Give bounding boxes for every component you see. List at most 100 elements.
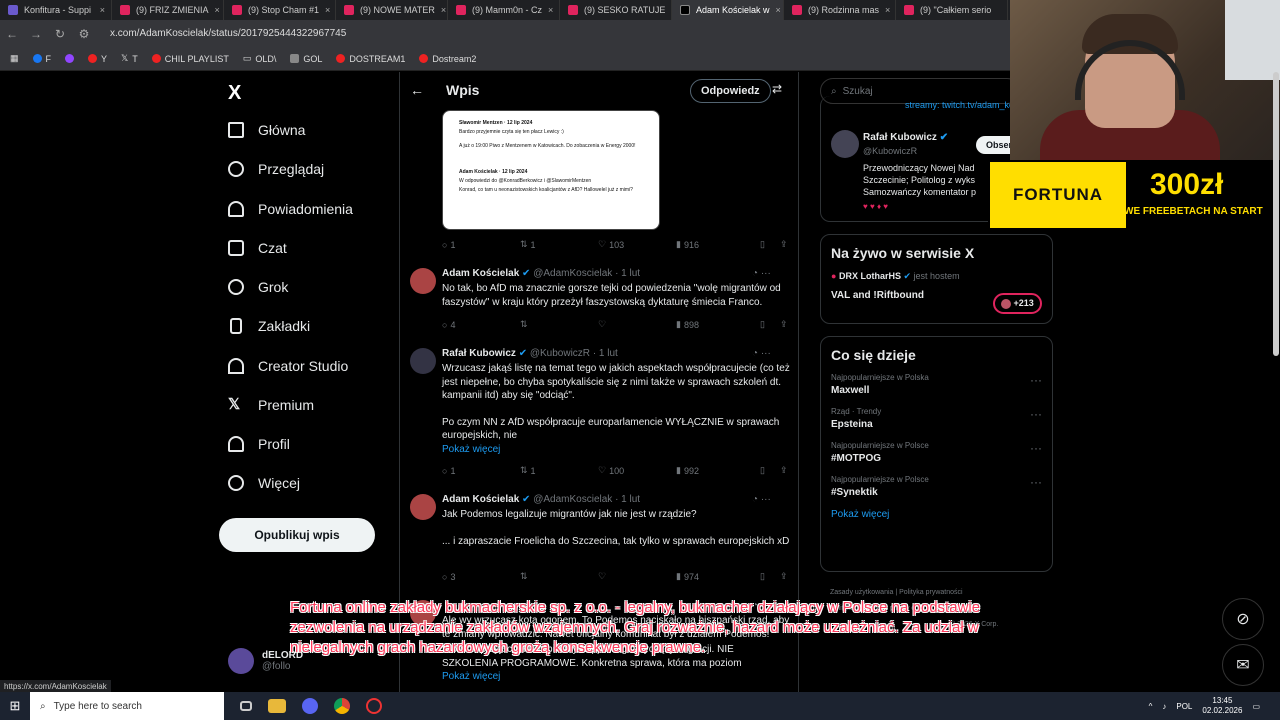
more-options-icon[interactable]: ··· xyxy=(1030,475,1042,489)
share-icon[interactable]: ⇪ xyxy=(780,239,788,250)
grok-fab-icon[interactable]: ⊘ xyxy=(1222,598,1264,640)
back-icon[interactable]: ← xyxy=(0,27,24,41)
post-button[interactable]: Opublikuj wpis xyxy=(219,518,375,552)
file-explorer-icon[interactable] xyxy=(268,699,286,713)
browser-tab[interactable]: (9) Mamm0n - Cz × xyxy=(448,0,560,20)
live-viewers-badge[interactable]: +213 xyxy=(993,293,1042,314)
bookmark[interactable] xyxy=(65,54,75,63)
browser-tab[interactable]: (9) Stop Cham #1 × xyxy=(224,0,336,20)
browser-tab[interactable]: (9) "Całkiem serio xyxy=(896,0,1008,20)
share-icon[interactable]: ⇪ xyxy=(780,465,788,476)
more-options-icon[interactable]: ◔ ··· xyxy=(752,268,771,279)
close-icon[interactable]: × xyxy=(885,5,890,15)
close-icon[interactable]: × xyxy=(776,5,781,15)
messages-fab-icon[interactable]: ✉ xyxy=(1222,644,1264,686)
repost-action[interactable]: ⇅ 1 xyxy=(520,465,598,476)
browser-tab[interactable]: (9) NOWE MATER × xyxy=(336,0,448,20)
nav-item-chat[interactable]: Czat xyxy=(228,240,287,256)
browser-tab[interactable]: (9) Rodzinna mas × xyxy=(784,0,896,20)
like-action[interactable]: ♡ xyxy=(598,571,676,582)
show-more-link[interactable]: Pokaż więcej xyxy=(442,443,792,457)
obs-icon[interactable] xyxy=(366,698,382,714)
bookmark-icon[interactable]: ▯ xyxy=(760,319,780,330)
windows-start-icon[interactable]: ⊞ xyxy=(0,698,30,714)
nav-item-bookmarks[interactable]: Zakładki xyxy=(228,318,310,334)
settings-sliders-icon[interactable]: ⇄ xyxy=(772,82,782,96)
repost-action[interactable]: ⇅ xyxy=(520,571,598,582)
close-icon[interactable]: × xyxy=(325,5,330,15)
nav-item-home[interactable]: Główna xyxy=(228,122,305,138)
views-action[interactable]: ▮ 992 xyxy=(676,465,760,476)
views-action[interactable]: ▮ 916 xyxy=(676,239,760,250)
chrome-icon[interactable] xyxy=(334,698,350,714)
x-logo-icon[interactable]: X xyxy=(228,82,241,105)
bookmark-icon[interactable]: ▯ xyxy=(760,571,780,582)
share-icon[interactable]: ⇪ xyxy=(780,571,788,582)
bookmark[interactable]: Dostream2 xyxy=(419,54,476,64)
bookmark-icon[interactable]: ▯ xyxy=(760,239,780,250)
site-info-icon[interactable]: ⚙ xyxy=(72,27,96,41)
reply-action[interactable]: ○ 3 xyxy=(442,572,520,582)
close-icon[interactable]: × xyxy=(215,5,220,15)
speaker-icon[interactable]: ♪ xyxy=(1162,702,1166,711)
browser-tab-active[interactable]: Adam Kościelak w × xyxy=(672,0,784,20)
nav-item-profile[interactable]: Profil xyxy=(228,436,290,452)
repost-action[interactable]: ⇅ 1 xyxy=(520,239,598,250)
nav-item-explore[interactable]: Przeglądaj xyxy=(228,161,324,177)
nav-item-premium[interactable]: 𝕏 Premium xyxy=(228,397,314,414)
show-more-link[interactable]: Pokaż więcej xyxy=(831,509,1042,520)
bookmark-folder[interactable]: ▭ OLD\ xyxy=(243,53,277,64)
scrollbar[interactable] xyxy=(1273,72,1279,356)
nav-item-creator-studio[interactable]: Creator Studio xyxy=(228,358,348,374)
nav-item-grok[interactable]: Grok xyxy=(228,279,288,295)
repost-action[interactable]: ⇅ xyxy=(520,319,598,330)
browser-tab[interactable]: Konfitura - Suppi × xyxy=(0,0,112,20)
back-arrow-icon[interactable]: ← xyxy=(410,82,424,98)
bookmark[interactable]: CHIL PLAYLIST xyxy=(151,54,229,64)
reply-button[interactable]: Odpowiedz xyxy=(690,79,771,103)
trend-item[interactable]: Najpopularniejsze w Polska Maxwell ··· xyxy=(831,373,1042,396)
bookmark[interactable]: 𝕏T xyxy=(121,53,138,64)
nav-item-more[interactable]: Więcej xyxy=(228,475,300,491)
more-options-icon[interactable]: ··· xyxy=(1030,407,1042,421)
forward-icon[interactable]: → xyxy=(24,27,48,41)
trend-item[interactable]: Rząd · Trendy Epsteina ··· xyxy=(831,407,1042,430)
reply-action[interactable]: ○ 1 xyxy=(442,466,520,476)
taskbar-search-input[interactable]: ⌕ Type here to search xyxy=(30,692,224,720)
views-action[interactable]: ▮ 898 xyxy=(676,319,760,330)
show-more-link[interactable]: Pokaż więcej xyxy=(442,670,792,684)
browser-tab[interactable]: (9) SESKO RATUJE× xyxy=(560,0,672,20)
apps-icon[interactable]: ▦ xyxy=(10,53,19,64)
more-options-icon[interactable]: ◔ ··· xyxy=(752,494,771,505)
more-options-icon[interactable]: ··· xyxy=(1030,441,1042,455)
bookmark-icon[interactable]: ▯ xyxy=(760,465,780,476)
close-icon[interactable]: × xyxy=(441,5,446,15)
close-icon[interactable]: × xyxy=(548,5,553,15)
reply-action[interactable]: ○ 4 xyxy=(442,320,520,330)
bookmark[interactable]: F xyxy=(32,54,51,64)
bookmark[interactable]: DOSTREAM1 xyxy=(336,54,405,64)
trend-item[interactable]: Najpopularniejsze w Polsce #Synektik ··· xyxy=(831,475,1042,498)
quoted-screenshot[interactable]: Sławomir Mentzen · 12 lip 2024 Bardzo pr… xyxy=(442,110,660,230)
more-options-icon[interactable]: ◔ ··· xyxy=(752,348,771,359)
url-input[interactable]: x.com/AdamKoscielak/status/2017925444322… xyxy=(110,28,346,39)
notifications-icon[interactable]: ▭ xyxy=(1252,702,1260,711)
task-view-icon[interactable] xyxy=(240,701,252,711)
close-icon[interactable]: × xyxy=(100,5,105,15)
bookmark[interactable]: Y xyxy=(88,54,107,64)
clock[interactable]: 13:45 02.02.2026 xyxy=(1202,696,1242,716)
discord-icon[interactable] xyxy=(302,698,318,714)
like-action[interactable]: ♡ 100 xyxy=(598,465,676,476)
tray-up-icon[interactable]: ^ xyxy=(1149,702,1153,711)
like-action[interactable]: ♡ xyxy=(598,319,676,330)
more-options-icon[interactable]: ··· xyxy=(1030,373,1042,387)
like-action[interactable]: ♡ 103 xyxy=(598,239,676,250)
browser-tab[interactable]: (9) FRIZ ZMIENIA × xyxy=(112,0,224,20)
reload-icon[interactable]: ↻ xyxy=(48,27,72,41)
bookmark[interactable]: GOL xyxy=(290,54,322,64)
nav-item-notifications[interactable]: Powiadomienia xyxy=(228,201,353,217)
views-action[interactable]: ▮ 974 xyxy=(676,571,760,582)
trend-item[interactable]: Najpopularniejsze w Polsce #MOTPOG ··· xyxy=(831,441,1042,464)
reply-action[interactable]: ○ 1 xyxy=(442,240,520,250)
share-icon[interactable]: ⇪ xyxy=(780,319,788,330)
